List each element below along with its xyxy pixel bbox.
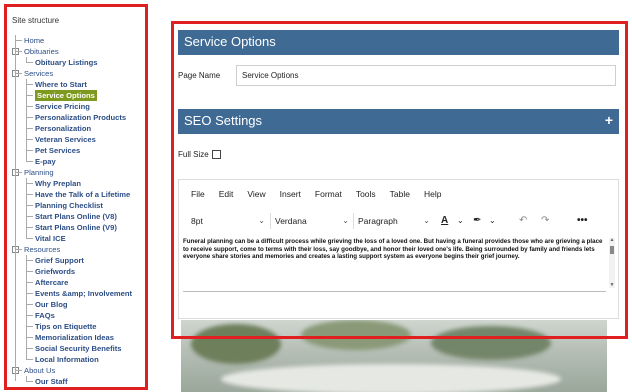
- highlight-box-editor: [171, 21, 628, 339]
- highlight-box-sidebar: [4, 4, 148, 390]
- photo-headstones: [221, 364, 561, 392]
